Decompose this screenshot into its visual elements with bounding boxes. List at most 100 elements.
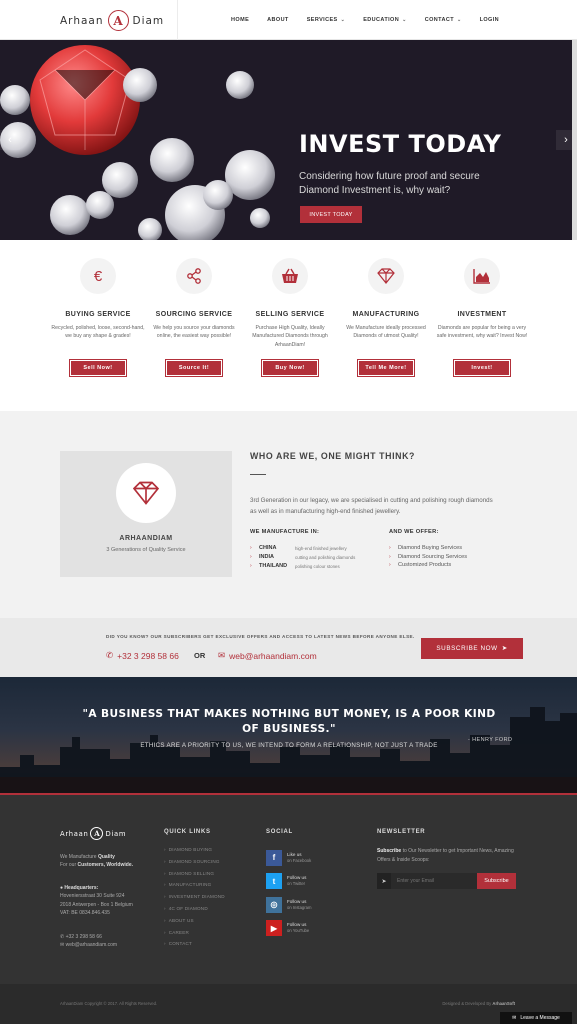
social-instagram[interactable]: ◎ Follow us on Instagram	[266, 893, 311, 917]
scrollbar[interactable]	[572, 40, 577, 240]
chevron-right-icon: ›	[164, 858, 166, 864]
subscribe-note: DID YOU KNOW? OUR SUBSCRIBERS GET EXCLUS…	[106, 634, 415, 639]
newsletter-email-input[interactable]	[391, 873, 477, 889]
phone-link[interactable]: ✆ +32 3 298 58 66	[106, 650, 179, 661]
social-links: f Like us on Facebook t Follow us on Twitt…	[266, 846, 311, 940]
subscribe-now-button[interactable]: SUBSCRIBE NOW ➤	[421, 638, 523, 659]
service-investment: INVESTMENT Diamonds are popular for bein…	[434, 258, 530, 377]
quick-link-label: ABOUT US	[168, 917, 194, 923]
paper-plane-icon: ➤	[377, 873, 391, 889]
quick-link[interactable]: › ABOUT US	[164, 918, 228, 930]
footer-email[interactable]: web@arhaandiam.com	[66, 942, 118, 948]
nav-services[interactable]: SERVICES ⌄	[307, 17, 346, 23]
social-twitter[interactable]: t Follow us on Twitter	[266, 870, 311, 894]
nav-home[interactable]: HOME	[231, 17, 249, 23]
copyright: ArhaanDiam Copyright © 2017. All Rights …	[60, 1001, 158, 1006]
quick-link[interactable]: › DIAMOND SELLING	[164, 871, 228, 883]
country: INDIA	[259, 554, 274, 560]
source-it-button[interactable]: Source It!	[165, 359, 223, 377]
nav-login[interactable]: LOGIN	[480, 17, 499, 23]
nav-login-label: LOGIN	[479, 17, 499, 23]
subscribe-strip: DID YOU KNOW? OUR SUBSCRIBERS GET EXCLUS…	[0, 618, 577, 677]
site-footer: Arhaan A Diam We Manufacture Quality For…	[0, 795, 577, 984]
nav-contact[interactable]: CONTACT ⌄	[425, 17, 462, 23]
quick-link-label: INVESTMENT DIAMOND	[168, 894, 225, 900]
quick-link-label: MANUFACTURING	[168, 882, 212, 888]
subscribe-now-label: SUBSCRIBE NOW	[436, 645, 498, 652]
address-line: 2018 Antwerpen - Box 1 Belgium	[60, 901, 133, 908]
logo-mark-icon: A	[90, 827, 104, 840]
about-text: 3rd Generation in our legacy, we are spe…	[250, 497, 493, 515]
quick-links-heading: QUICK LINKS	[164, 829, 211, 835]
logo[interactable]: Arhaan A Diam	[60, 10, 164, 31]
phone-number: +32 3 298 58 66	[117, 650, 179, 661]
vat-number: VAT: BE 0834.846.435	[60, 909, 110, 916]
quick-link-label: CAREER	[168, 929, 190, 935]
list-item: › THAILAND polishing colour stones	[250, 563, 380, 572]
list-item: › INDIA cutting and polishing diamonds	[250, 554, 380, 563]
nav-about[interactable]: ABOUT	[267, 17, 289, 23]
invest-button[interactable]: Invest!	[453, 359, 511, 377]
quick-link[interactable]: › CAREER	[164, 930, 228, 942]
quote-text: "A BUSINESS THAT MAKES NOTHING BUT MONEY…	[82, 708, 496, 735]
footer-contact: ✆ +32 3 298 58 66 ✉ web@arhaandiam.com	[60, 933, 117, 950]
twitter-icon: t	[266, 873, 282, 890]
about-title: WHO ARE WE, ONE MIGHT THINK?	[250, 451, 416, 461]
social-sub: on Facebook	[287, 857, 312, 863]
company-card: ARHAANDIAM 3 Generations of Quality Serv…	[60, 451, 232, 577]
service-desc: We help you source your diamonds online,…	[153, 325, 235, 340]
quick-link[interactable]: › DIAMOND SOURCING	[164, 859, 228, 871]
quick-link[interactable]: › INVESTMENT DIAMOND	[164, 894, 228, 906]
bullet-icon: ›	[250, 545, 252, 551]
quick-link[interactable]: › MANUFACTURING	[164, 882, 228, 894]
country: CHINA	[259, 545, 277, 551]
social-heading: SOCIAL	[266, 829, 293, 835]
service-desc: Purchase High Quality, Ideally Manufactu…	[252, 325, 328, 348]
chevron-right-icon: ›	[164, 847, 166, 852]
social-facebook[interactable]: f Like us on Facebook	[266, 846, 311, 870]
credit-link[interactable]: ArhaanSoft	[492, 1001, 515, 1006]
site-header: Arhaan A Diam HOME ABOUT SERVICES ⌄ EDUCA…	[0, 0, 577, 40]
offer-heading: AND WE OFFER:	[389, 529, 439, 535]
sell-now-button[interactable]: Sell Now!	[69, 359, 127, 377]
service-title: SOURCING SERVICE	[155, 311, 233, 318]
envelope-icon: ✉	[60, 942, 65, 949]
list-item: › Diamond Buying Services	[389, 545, 519, 554]
footer-phone[interactable]: +32 3 298 58 66	[66, 934, 102, 940]
email-link[interactable]: ✉ web@arhaandiam.com	[218, 650, 317, 661]
footer-logo[interactable]: Arhaan A Diam	[60, 827, 126, 840]
slider-prev-icon[interactable]: ‹	[0, 130, 20, 150]
leave-message-button[interactable]: ✉ Leave a Message	[500, 1012, 572, 1024]
service-desc: We Manufacture ideally processed Diamond…	[346, 325, 426, 340]
quick-link[interactable]: › CONTACT	[164, 941, 228, 953]
newsletter-subscribe-button[interactable]: Subscribe	[477, 873, 516, 889]
footer-logo-left: Arhaan	[60, 829, 89, 838]
page: Arhaan A Diam HOME ABOUT SERVICES ⌄ EDUCA…	[0, 0, 577, 1024]
invest-today-button[interactable]: INVEST TODAY	[300, 206, 362, 223]
chevron-right-icon: ›	[164, 882, 166, 888]
company-name: ARHAANDIAM	[119, 535, 173, 542]
tagline-bold: Customers, Worldwide.	[77, 862, 133, 869]
manufacture-heading: WE MANUFACTURE IN:	[250, 529, 320, 535]
envelope-icon: ✉	[218, 650, 226, 660]
nav-contact-label: CONTACT	[424, 17, 454, 23]
chevron-down-icon: ⌄	[456, 17, 462, 23]
services-row: € BUYING SERVICE Recycled, polished, loo…	[50, 258, 530, 377]
nav-education[interactable]: EDUCATION ⌄	[363, 17, 406, 23]
quick-link[interactable]: › DIAMOND BUYING	[164, 847, 228, 859]
chevron-right-icon: ›	[164, 905, 166, 911]
bullet-icon: ›	[250, 554, 252, 560]
chevron-right-icon: ›	[164, 870, 166, 876]
service-title: BUYING SERVICE	[65, 311, 131, 318]
email-address: web@arhaandiam.com	[229, 650, 317, 661]
country-desc: polishing colour stones	[295, 564, 340, 569]
service-desc: Diamonds are popular for being a very sa…	[436, 325, 528, 340]
offer-label: Diamond Sourcing Services	[398, 553, 468, 560]
chevron-right-icon: ›	[164, 894, 166, 900]
buy-now-button[interactable]: Buy Now!	[261, 359, 319, 377]
social-youtube[interactable]: ▶ Follow us on YouTube	[266, 917, 311, 941]
tell-me-more-button[interactable]: Tell Me More!	[357, 359, 415, 377]
quick-link[interactable]: › 4C OF DIAMOND	[164, 906, 228, 918]
area-chart-icon	[464, 258, 500, 294]
phone-icon: ✆	[60, 934, 65, 940]
